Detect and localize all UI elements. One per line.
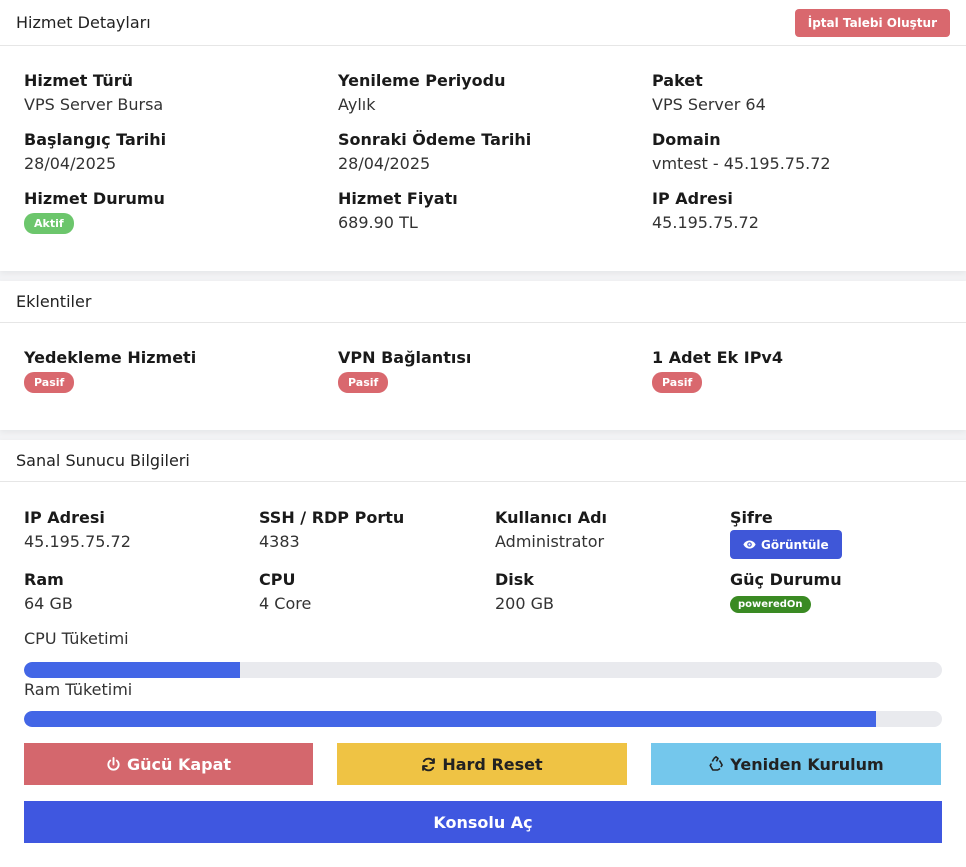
field-label: Güç Durumu [730,570,842,589]
cpu-usage-bar [24,662,942,678]
field-value: 4383 [259,532,300,551]
vps-username: Kullanıcı Adı Administrator [495,508,607,551]
field-value: Administrator [495,532,605,551]
vps-info-card: Sanal Sunucu Bilgileri IP Adresi 45.195.… [0,440,966,867]
reinstall-label: Yeniden Kurulum [730,754,884,774]
field-value: 45.195.75.72 [652,213,759,232]
service-details-title: Hizmet Detayları [16,13,151,32]
addons-header: Eklentiler [0,281,966,323]
field-value: 689.90 TL [338,213,418,232]
field-label: Hizmet Türü [24,71,133,90]
field-label: Domain [652,130,721,149]
power-status-badge: poweredOn [730,596,811,613]
field-ip-address: IP Adresi 45.195.75.72 [652,189,759,232]
field-value: 45.195.75.72 [24,532,131,551]
field-label: CPU [259,570,296,589]
field-label: IP Adresi [24,508,105,527]
vps-power-status: Güç Durumu poweredOn [730,570,842,613]
ram-usage-bar [24,711,942,727]
addon-vpn: VPN Bağlantısı Pasif [338,348,471,393]
addons-title: Eklentiler [16,292,92,311]
field-service-type: Hizmet Türü VPS Server Bursa [24,71,163,114]
power-off-button[interactable]: Gücü Kapat [24,743,313,785]
field-value: 28/04/2025 [338,154,431,173]
ram-usage-label: Ram Tüketimi [24,680,133,699]
addon-label: 1 Adet Ek IPv4 [652,348,783,367]
field-renewal-period: Yenileme Periyodu Aylık [338,71,506,114]
field-start-date: Başlangıç Tarihi 28/04/2025 [24,130,166,173]
vps-ip-address: IP Adresi 45.195.75.72 [24,508,131,551]
vps-ssh-port: SSH / RDP Portu 4383 [259,508,404,551]
hard-reset-label: Hard Reset [442,754,543,774]
hard-reset-button[interactable]: Hard Reset [337,743,627,785]
service-details-card: Hizmet Detayları İptal Talebi Oluştur Hi… [0,0,966,271]
field-value: 64 GB [24,594,73,613]
cpu-usage-fill [24,662,240,678]
field-package: Paket VPS Server 64 [652,71,766,114]
addon-extra-ipv4: 1 Adet Ek IPv4 Pasif [652,348,783,393]
vps-disk: Disk 200 GB [495,570,554,613]
vps-cpu: CPU 4 Core [259,570,311,613]
service-details-header: Hizmet Detayları İptal Talebi Oluştur [0,0,966,46]
field-value: 28/04/2025 [24,154,117,173]
cancel-request-button[interactable]: İptal Talebi Oluştur [794,8,950,37]
refresh-icon [421,757,436,772]
power-off-label: Gücü Kapat [126,754,232,774]
addon-label: VPN Bağlantısı [338,348,472,367]
field-label: Şifre [730,508,773,527]
addon-label: Yedekleme Hizmeti [24,348,197,367]
addons-card: Eklentiler Yedekleme Hizmeti Pasif VPN B… [0,281,966,430]
field-label: Hizmet Durumu [24,189,165,208]
reinstall-button[interactable]: Yeniden Kurulum [651,743,941,785]
field-value: VPS Server 64 [652,95,766,114]
status-badge: Pasif [338,372,389,393]
field-label: SSH / RDP Portu [259,508,405,527]
addon-backup: Yedekleme Hizmeti Pasif [24,348,196,393]
field-label: Başlangıç Tarihi [24,130,167,149]
view-password-button[interactable]: Görüntüle [730,530,842,559]
status-badge: Pasif [24,372,75,393]
cpu-usage-label: CPU Tüketimi [24,629,129,648]
field-value: vmtest - 45.195.75.72 [652,154,831,173]
field-label: Disk [495,570,534,589]
vps-ram: Ram 64 GB [24,570,73,613]
open-console-button[interactable]: Konsolu Aç [24,801,942,843]
field-next-payment-date: Sonraki Ödeme Tarihi 28/04/2025 [338,130,531,173]
power-icon [106,756,121,772]
field-label: Paket [652,71,703,90]
vps-password: Şifre Görüntüle [730,508,842,559]
field-service-price: Hizmet Fiyatı 689.90 TL [338,189,458,232]
status-badge: Aktif [24,213,74,234]
field-label: Hizmet Fiyatı [338,189,458,208]
field-value: 200 GB [495,594,554,613]
field-domain: Domain vmtest - 45.195.75.72 [652,130,831,173]
field-label: Yenileme Periyodu [338,71,506,90]
field-value: Aylık [338,95,376,114]
field-value: VPS Server Bursa [24,95,164,114]
status-badge: Pasif [652,372,703,393]
recycle-icon [708,756,724,772]
field-service-status: Hizmet Durumu Aktif [24,189,165,234]
vps-info-title: Sanal Sunucu Bilgileri [16,451,190,470]
view-password-label: Görüntüle [761,537,829,552]
field-label: Ram [24,570,64,589]
ram-usage-fill [24,711,876,727]
field-label: Kullanıcı Adı [495,508,608,527]
vps-info-header: Sanal Sunucu Bilgileri [0,440,966,482]
eye-icon [743,538,756,551]
field-value: 4 Core [259,594,312,613]
field-label: Sonraki Ödeme Tarihi [338,130,532,149]
field-label: IP Adresi [652,189,733,208]
